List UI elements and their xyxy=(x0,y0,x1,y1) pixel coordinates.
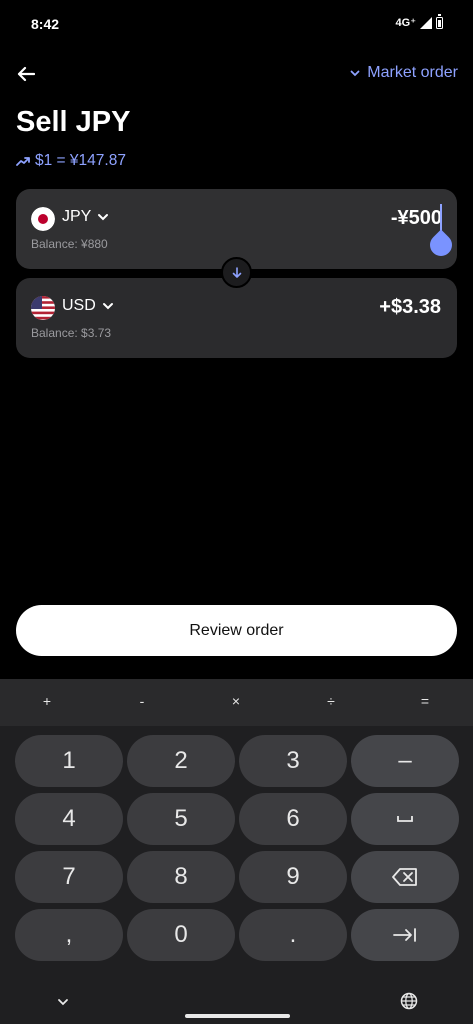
key-1[interactable]: 1 xyxy=(15,735,123,787)
key-0[interactable]: 0 xyxy=(127,909,235,961)
key-7[interactable]: 7 xyxy=(15,851,123,903)
us-flag-icon xyxy=(31,296,55,320)
key-5[interactable]: 5 xyxy=(127,793,235,845)
buy-currency-selector[interactable]: USD xyxy=(62,297,114,315)
japan-flag-icon xyxy=(31,207,55,231)
back-button[interactable] xyxy=(12,60,40,88)
review-order-button[interactable]: Review order xyxy=(16,605,457,656)
status-bar: 8:42 4G⁺ xyxy=(0,0,473,48)
key-next[interactable] xyxy=(351,909,459,961)
signal-icon xyxy=(420,16,432,29)
navigation-bar xyxy=(0,983,473,1024)
sell-currency-code: JPY xyxy=(62,208,92,225)
space-icon xyxy=(397,816,413,822)
buy-currency-card[interactable]: USD Balance: $3.73 +$3.38 xyxy=(16,278,457,358)
key-9[interactable]: 9 xyxy=(239,851,347,903)
hide-keyboard-icon[interactable] xyxy=(56,995,70,1009)
exchange-rate-text: $1 = ¥147.87 xyxy=(35,152,126,169)
order-type-selector[interactable]: Market order xyxy=(349,64,458,82)
buy-balance: Balance: $3.73 xyxy=(31,326,112,340)
key-backspace[interactable] xyxy=(351,851,459,903)
cursor-handle[interactable] xyxy=(425,229,457,261)
key-period[interactable]: . xyxy=(239,909,347,961)
status-icons: 4G⁺ xyxy=(395,13,443,29)
backspace-icon xyxy=(392,868,417,886)
key-space[interactable] xyxy=(351,793,459,845)
chevron-down-icon xyxy=(350,70,360,77)
chevron-down-icon xyxy=(102,303,113,310)
globe-icon[interactable] xyxy=(400,992,418,1010)
order-type-label: Market order xyxy=(367,64,458,81)
key-2[interactable]: 2 xyxy=(127,735,235,787)
trend-up-icon xyxy=(16,157,30,166)
key-minus[interactable]: - xyxy=(127,693,157,709)
exchange-rate: $1 = ¥147.87 xyxy=(16,152,126,170)
key-divide[interactable]: ÷ xyxy=(316,693,346,709)
sell-balance: Balance: ¥880 xyxy=(31,237,108,251)
key-multiply[interactable]: × xyxy=(221,693,251,709)
key-comma[interactable]: , xyxy=(15,909,123,961)
key-4[interactable]: 4 xyxy=(15,793,123,845)
operator-row: + - × ÷ = xyxy=(0,679,473,726)
numeric-keyboard: + - × ÷ = 1 2 3 – 4 5 6 7 8 9 , 0 . xyxy=(0,679,473,1024)
swap-direction-button[interactable] xyxy=(221,257,252,288)
home-indicator[interactable] xyxy=(185,1014,290,1018)
key-dash[interactable]: – xyxy=(351,735,459,787)
sell-amount-input[interactable]: -¥500 xyxy=(391,207,442,230)
chevron-down-icon xyxy=(98,214,109,221)
tab-next-icon xyxy=(393,928,416,942)
network-label: 4G⁺ xyxy=(395,17,416,29)
key-6[interactable]: 6 xyxy=(239,793,347,845)
key-3[interactable]: 3 xyxy=(239,735,347,787)
page-title: Sell JPY xyxy=(16,106,131,138)
buy-currency-code: USD xyxy=(62,297,96,314)
buy-amount: +$3.38 xyxy=(379,296,441,318)
key-8[interactable]: 8 xyxy=(127,851,235,903)
arrow-left-icon xyxy=(17,66,35,82)
battery-icon xyxy=(436,13,443,29)
sell-currency-selector[interactable]: JPY xyxy=(62,208,109,226)
key-plus[interactable]: + xyxy=(32,693,62,709)
arrow-down-icon xyxy=(232,266,241,278)
key-equals[interactable]: = xyxy=(410,693,440,709)
status-time: 8:42 xyxy=(31,16,60,32)
